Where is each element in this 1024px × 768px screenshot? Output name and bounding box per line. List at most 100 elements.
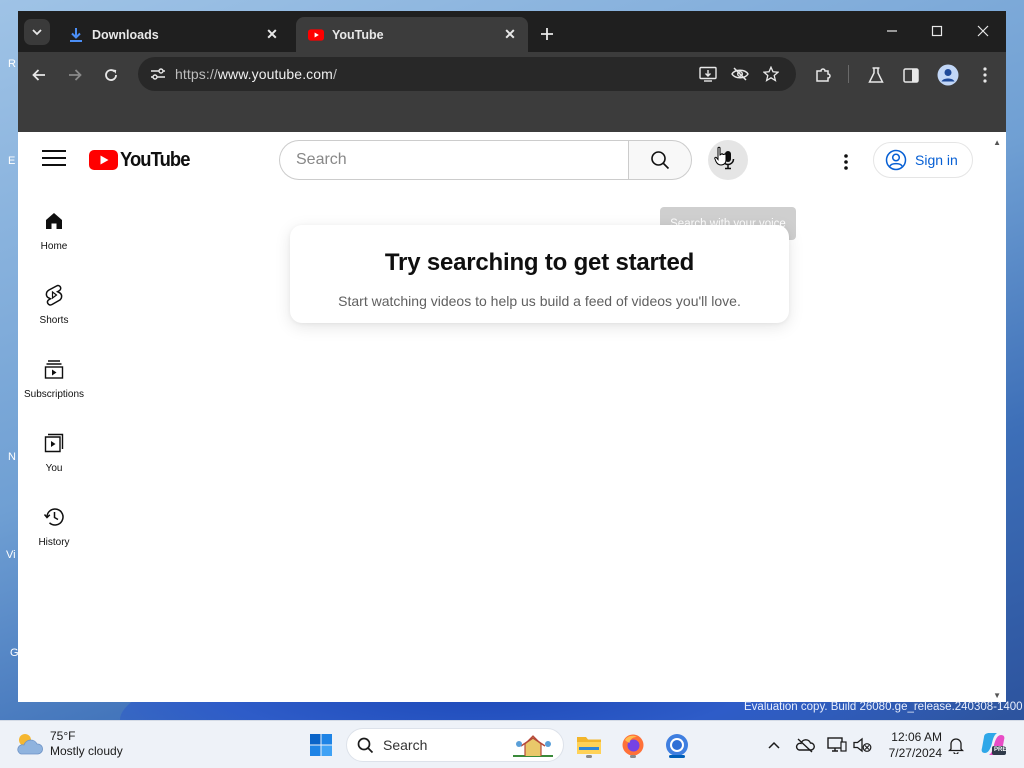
- url-text: https://www.youtube.com/: [175, 66, 337, 82]
- nav-item-home[interactable]: Home: [18, 193, 90, 267]
- volume-mute-icon[interactable]: [852, 735, 872, 755]
- eye-slash-icon[interactable]: [728, 62, 752, 86]
- youtube-logo-text: YouTube: [120, 148, 190, 171]
- you-icon: [42, 431, 66, 455]
- toolbar-divider: [848, 65, 849, 83]
- avatar-icon: [937, 64, 959, 86]
- desktop-icon-label-fragment: E: [8, 155, 16, 167]
- start-button[interactable]: [305, 729, 337, 761]
- weather-text: 75°F Mostly cloudy: [50, 729, 123, 759]
- running-indicator-active: [669, 755, 685, 758]
- voice-search-button[interactable]: [708, 140, 748, 180]
- arrow-left-icon: [32, 69, 45, 81]
- nav-item-you[interactable]: You: [18, 415, 90, 489]
- labs-button[interactable]: [863, 62, 889, 88]
- url-scheme: https://: [175, 66, 218, 82]
- account-circle-icon: [885, 149, 907, 171]
- youtube-play-icon: [89, 150, 118, 170]
- close-icon[interactable]: ✕: [500, 25, 520, 45]
- firefox-taskbar-icon[interactable]: [617, 729, 649, 761]
- nav-label: Subscriptions: [23, 389, 85, 400]
- maximize-button[interactable]: [923, 19, 951, 43]
- reload-icon: [105, 69, 117, 81]
- nav-item-history[interactable]: History: [18, 489, 90, 563]
- tab-downloads[interactable]: Downloads ✕: [56, 17, 290, 52]
- plus-icon: [541, 28, 553, 40]
- kebab-menu-icon: [983, 67, 987, 83]
- reload-button[interactable]: [98, 62, 124, 88]
- taskbar-search-label: Search: [383, 737, 428, 753]
- copilot-button[interactable]: PRE: [980, 731, 1006, 757]
- nav-item-shorts[interactable]: Shorts: [18, 267, 90, 341]
- guide-menu-button[interactable]: [42, 150, 66, 170]
- prompt-subtitle: Start watching videos to help us build a…: [338, 293, 741, 309]
- arrow-right-icon: [69, 69, 82, 81]
- taskbar-search[interactable]: Search: [346, 728, 564, 762]
- minimize-icon: [887, 30, 897, 32]
- nav-label: Shorts: [39, 315, 69, 326]
- download-icon: [68, 27, 84, 43]
- sign-in-label: Sign in: [915, 152, 958, 168]
- tab-search-button[interactable]: [24, 19, 50, 45]
- flask-icon: [868, 66, 884, 83]
- extensions-button[interactable]: [810, 62, 836, 88]
- tab-youtube[interactable]: YouTube ✕: [296, 17, 528, 52]
- site-info-icon[interactable]: [146, 62, 170, 86]
- desktop-icon-label-fragment: N: [8, 451, 16, 463]
- desktop-icon-label-fragment: Vi: [6, 549, 16, 561]
- clock-date: 7/27/2024: [888, 746, 942, 760]
- side-panel-icon: [903, 67, 919, 83]
- bookmark-star-icon[interactable]: [759, 62, 783, 86]
- desktop-icon-label-fragment: R: [8, 58, 16, 70]
- sign-in-button[interactable]: Sign in: [873, 142, 973, 178]
- search-input[interactable]: [279, 140, 628, 180]
- settings-menu-button[interactable]: [834, 150, 858, 174]
- side-panel-button[interactable]: [898, 62, 924, 88]
- onedrive-offline-icon[interactable]: [795, 735, 815, 755]
- chrome-icon: [666, 734, 688, 756]
- tab-label: YouTube: [332, 27, 384, 42]
- hamburger-line: [42, 164, 66, 166]
- kebab-menu-icon: [844, 154, 848, 170]
- weather-desc: Mostly cloudy: [50, 744, 123, 758]
- scroll-down-arrow[interactable]: ▼: [993, 691, 1001, 700]
- search-highlight-icon: [513, 735, 553, 757]
- shorts-icon: [42, 283, 66, 307]
- file-explorer-taskbar-icon[interactable]: [573, 729, 605, 761]
- address-bar[interactable]: https://www.youtube.com/: [138, 57, 796, 91]
- evaluation-watermark: Evaluation copy. Build 26080.ge_release.…: [744, 701, 1023, 713]
- firefox-icon: [622, 734, 644, 756]
- close-window-button[interactable]: [969, 19, 997, 43]
- taskbar: 75°F Mostly cloudy Search 12:06 AM 7/27/…: [0, 720, 1024, 768]
- notifications-button[interactable]: [946, 735, 966, 755]
- minimize-button[interactable]: [878, 19, 906, 43]
- chrome-taskbar-icon[interactable]: [661, 729, 693, 761]
- weather-widget[interactable]: 75°F Mostly cloudy: [14, 729, 123, 759]
- copilot-pre-badge: PRE: [994, 747, 1007, 753]
- new-tab-button[interactable]: [534, 21, 560, 47]
- maximize-icon: [931, 25, 943, 37]
- profile-button[interactable]: [935, 62, 961, 88]
- hand-cursor-icon: [714, 146, 727, 166]
- scroll-up-arrow[interactable]: ▲: [993, 138, 1001, 147]
- search-icon: [651, 151, 670, 170]
- youtube-logo[interactable]: YouTube: [89, 148, 196, 172]
- close-icon[interactable]: ✕: [262, 25, 282, 45]
- display-network-icon[interactable]: [827, 735, 847, 755]
- nav-item-subscriptions[interactable]: Subscriptions: [18, 341, 90, 415]
- back-button[interactable]: [26, 62, 52, 88]
- url-host: www.youtube.com: [217, 66, 333, 82]
- show-hidden-icons-button[interactable]: [764, 735, 784, 755]
- install-app-icon[interactable]: [696, 62, 720, 86]
- hamburger-line: [42, 157, 66, 159]
- chevron-down-icon: [32, 29, 42, 36]
- search-button[interactable]: [628, 140, 692, 180]
- forward-button[interactable]: [62, 62, 88, 88]
- browser-menu-button[interactable]: [972, 62, 998, 88]
- empty-feed-prompt: Try searching to get started Start watch…: [290, 225, 789, 323]
- prompt-title: Try searching to get started: [384, 249, 695, 276]
- windows-logo-icon: [310, 734, 332, 756]
- nav-label: You: [45, 463, 63, 474]
- system-clock[interactable]: 12:06 AM 7/27/2024: [876, 729, 942, 761]
- subscriptions-icon: [42, 357, 66, 381]
